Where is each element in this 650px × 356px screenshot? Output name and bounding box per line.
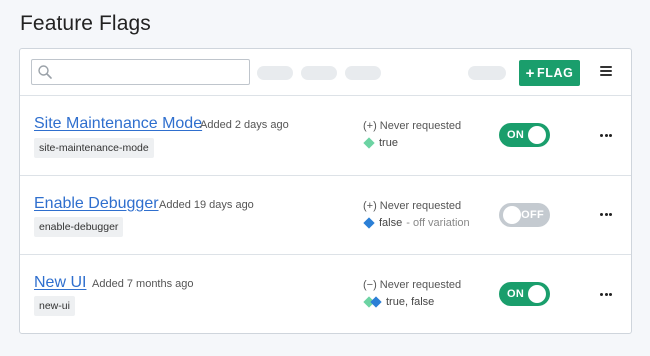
variation-multi-icon	[363, 296, 383, 308]
flag-request-status: (+) Never requested	[363, 120, 462, 132]
flags-panel: + FLAG Site Maintenance Mode Added 2 day…	[19, 48, 632, 334]
sort-pill-placeholder[interactable]	[468, 66, 506, 80]
flag-request-status: (−) Never requested	[363, 279, 462, 291]
filter-pill-placeholder[interactable]	[301, 66, 337, 80]
flag-toggle[interactable]: OFF	[499, 203, 550, 227]
filter-pill-placeholder[interactable]	[345, 66, 381, 80]
flag-toggle[interactable]: ON	[499, 123, 550, 147]
toggle-label: ON	[507, 129, 525, 141]
variation-note: - off variation	[406, 217, 470, 229]
toggle-knob	[528, 126, 546, 144]
flag-key: new-ui	[34, 296, 75, 316]
plus-icon: +	[525, 64, 535, 82]
variation-value: false	[379, 217, 403, 229]
toggle-knob	[503, 206, 521, 224]
page-title: Feature Flags	[20, 12, 151, 35]
filter-pill-placeholder[interactable]	[257, 66, 293, 80]
toolbar: + FLAG	[20, 49, 631, 96]
variation-true-icon	[363, 137, 375, 149]
flag-added-date: Added 2 days ago	[200, 119, 289, 131]
search-box[interactable]	[31, 59, 250, 85]
add-flag-button[interactable]: + FLAG	[519, 60, 580, 86]
flag-added-date: Added 19 days ago	[159, 199, 254, 211]
search-icon	[38, 65, 52, 79]
flag-variation: true	[363, 137, 398, 149]
flag-name-link[interactable]: Site Maintenance Mode	[34, 115, 202, 133]
flag-toggle[interactable]: ON	[499, 282, 550, 306]
hamburger-menu-icon[interactable]	[600, 66, 612, 76]
add-flag-label: FLAG	[536, 66, 574, 80]
flag-name-link[interactable]: Enable Debugger	[34, 195, 159, 213]
flag-added-date: Added 7 months ago	[92, 278, 194, 290]
toggle-label: OFF	[521, 209, 544, 221]
flag-row: Enable Debugger Added 19 days ago enable…	[20, 176, 631, 255]
variation-value: true, false	[386, 296, 435, 308]
flag-name-link[interactable]: New UI	[34, 274, 86, 292]
flag-key: enable-debugger	[34, 217, 124, 237]
more-options-icon[interactable]	[600, 132, 612, 138]
flag-key: site-maintenance-mode	[34, 138, 154, 158]
flag-variation: false - off variation	[363, 217, 470, 229]
flag-row: New UI Added 7 months ago new-ui (−) Nev…	[20, 255, 631, 333]
flag-variation: true, false	[363, 296, 434, 308]
variation-false-icon	[363, 217, 375, 229]
variation-value: true	[379, 137, 398, 149]
toggle-label: ON	[507, 288, 525, 300]
flag-row: Site Maintenance Mode Added 2 days ago s…	[20, 96, 631, 176]
search-input[interactable]	[54, 60, 244, 84]
toggle-knob	[528, 285, 546, 303]
more-options-icon[interactable]	[600, 291, 612, 297]
flag-request-status: (+) Never requested	[363, 200, 462, 212]
more-options-icon[interactable]	[600, 211, 612, 217]
